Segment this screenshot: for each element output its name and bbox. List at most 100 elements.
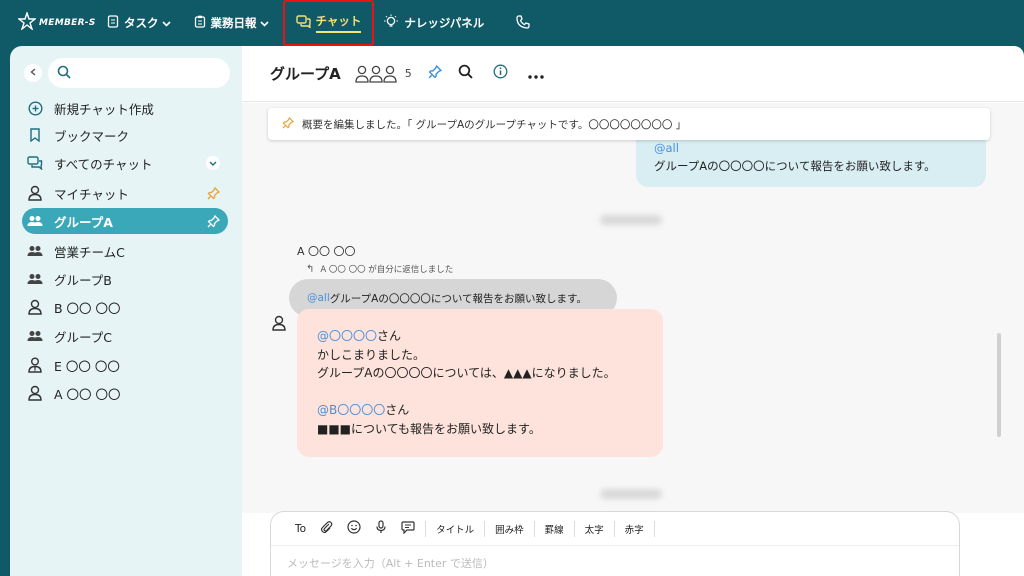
format-rule-button[interactable]: 罫線	[533, 520, 574, 537]
message-input[interactable]: メッセージを入力（Alt + Enter で送信）	[271, 546, 959, 576]
emoji-button[interactable]	[347, 520, 361, 537]
bookmark-icon	[26, 128, 44, 142]
search-icon	[57, 64, 71, 83]
sidebar-item-a-user[interactable]: A 〇〇 〇〇	[22, 380, 228, 406]
pinned-notice[interactable]: 概要を編集しました。「 グループAのグループチャットです。〇〇〇〇〇〇〇〇 」	[268, 108, 990, 140]
info-button[interactable]	[493, 64, 508, 83]
sidebar-item-my-chat[interactable]: マイチャット	[22, 180, 228, 206]
chevron-down-icon	[161, 16, 176, 30]
members-icon	[355, 65, 397, 83]
sidebar-item-label: E 〇〇 〇〇	[54, 358, 120, 374]
chat-icon	[295, 15, 316, 31]
expand-button[interactable]	[206, 156, 220, 170]
chevron-left-icon	[30, 67, 36, 79]
mention-all[interactable]: @all	[654, 141, 679, 155]
comment-icon	[401, 520, 415, 537]
sidebar-item-group-b[interactable]: グループB	[22, 266, 228, 292]
sidebar-item-group-a[interactable]: グループA	[22, 208, 228, 234]
nav-daily-report-label: 業務日報	[210, 16, 257, 30]
attach-button[interactable]	[320, 520, 333, 537]
voice-button[interactable]	[375, 520, 387, 537]
message-composer: To タイトル 囲み枠 罫線 太字 赤字 メッセージを入力（Alt + Ente…	[270, 511, 960, 576]
nav-chat[interactable]: チャット	[282, 0, 375, 46]
nav-daily-report[interactable]: 業務日報	[185, 6, 283, 40]
sidebar-item-group-c[interactable]: グループC	[22, 323, 228, 349]
search-chat-button[interactable]	[458, 64, 473, 83]
top-navigation-bar: MEMBER-S タスク 業務日報 チャット ナレッジパネル	[0, 0, 1024, 46]
person-tie-icon	[26, 357, 44, 373]
format-red-button[interactable]: 赤字	[613, 520, 655, 537]
sidebar-search-area	[24, 58, 240, 88]
group-icon	[26, 215, 44, 227]
reply-note: A 〇〇 〇〇 が自分に返信しました	[320, 265, 454, 275]
sidebar-item-label: 営業チームC	[54, 244, 125, 260]
nav-chat-label: チャット	[315, 13, 362, 33]
group-icon	[26, 273, 44, 285]
person-icon	[26, 385, 44, 401]
reply-message-bubble[interactable]: @〇〇〇〇さん かしこまりました。 グループAの〇〇〇〇については、▲▲▲になり…	[297, 309, 663, 457]
pin-icon[interactable]	[207, 214, 220, 228]
sidebar-item-label: B 〇〇 〇〇	[54, 300, 121, 316]
chat-bubbles-icon	[26, 156, 44, 170]
notice-text: 概要を編集しました。「 グループAのグループチャットです。〇〇〇〇〇〇〇〇 」	[302, 118, 687, 131]
sidebar-item-label: マイチャット	[54, 186, 129, 202]
format-bold-button[interactable]: 太字	[573, 520, 614, 537]
sidebar-item-label: ブックマーク	[54, 128, 130, 144]
mention-user[interactable]: @B〇〇〇〇	[317, 403, 385, 417]
quoted-text: グループAの〇〇〇〇について報告をお願い致します。	[329, 292, 587, 305]
mention-user[interactable]: @〇〇〇〇	[317, 329, 377, 343]
lightbulb-icon	[383, 14, 404, 32]
honorific: さん	[385, 403, 410, 417]
sidebar-item-label: すべてのチャット	[54, 156, 153, 172]
sidebar-item-label: A 〇〇 〇〇	[54, 386, 121, 402]
sidebar-item-label: グループC	[54, 329, 112, 345]
more-options-button[interactable]	[528, 64, 544, 83]
pin-icon[interactable]	[207, 186, 220, 200]
pin-button[interactable]	[428, 64, 442, 83]
sidebar-item-label: 新規チャット作成	[54, 101, 154, 117]
sidebar-item-sales-team-c[interactable]: 営業チームC	[22, 238, 228, 264]
comment-button[interactable]	[401, 520, 415, 537]
more-horizontal-icon	[528, 64, 544, 83]
chat-sidebar: 新規チャット作成 ブックマーク すべてのチャット マイチャット グループA 営業…	[10, 46, 242, 576]
nav-task[interactable]: タスク	[98, 6, 185, 40]
pin-icon	[428, 64, 442, 83]
phone-icon	[516, 14, 535, 32]
sender-name: A 〇〇 〇〇	[297, 245, 356, 258]
chevron-down-icon	[206, 156, 220, 170]
message-line: かしこまりました。	[317, 347, 426, 362]
person-icon	[26, 299, 44, 315]
search-icon	[458, 64, 473, 83]
mention-all: @all	[307, 292, 330, 304]
sidebar-item-bookmark[interactable]: ブックマーク	[22, 122, 228, 148]
microphone-icon	[375, 520, 387, 537]
date-divider-blurred	[600, 215, 662, 225]
message-list[interactable]: @all グループAの〇〇〇〇について報告をお願い致します。 概要を編集しました…	[242, 103, 1024, 513]
clipboard-icon	[194, 15, 211, 31]
nav-task-label: タスク	[124, 16, 159, 30]
sidebar-item-e-user[interactable]: E 〇〇 〇〇	[22, 352, 228, 378]
sidebar-item-new-chat[interactable]: 新規チャット作成	[22, 95, 228, 121]
sidebar-search-input[interactable]	[48, 58, 230, 88]
chat-header: グループA 5	[242, 46, 1024, 102]
to-button[interactable]: To	[295, 523, 306, 535]
format-box-button[interactable]: 囲み枠	[484, 520, 534, 537]
document-icon	[107, 15, 124, 31]
collapse-sidebar-button[interactable]	[24, 64, 42, 82]
reply-arrow-icon: ↰	[306, 263, 315, 275]
format-title-button[interactable]: タイトル	[425, 520, 484, 537]
avatar[interactable]	[272, 315, 286, 335]
sidebar-item-b-user[interactable]: B 〇〇 〇〇	[22, 294, 228, 320]
logo[interactable]: MEMBER-S	[17, 10, 98, 34]
sidebar-item-all-chats[interactable]: すべてのチャット	[22, 150, 228, 176]
scrollbar[interactable]	[997, 333, 1001, 437]
honorific: さん	[377, 329, 402, 343]
logo-text: MEMBER-S	[39, 18, 96, 28]
nav-knowledge-panel[interactable]: ナレッジパネル	[374, 6, 493, 40]
group-icon	[26, 245, 44, 257]
nav-phone[interactable]	[507, 6, 544, 40]
member-avatars[interactable]	[355, 65, 397, 83]
sidebar-item-label: グループB	[54, 272, 112, 288]
pin-icon	[282, 116, 302, 132]
